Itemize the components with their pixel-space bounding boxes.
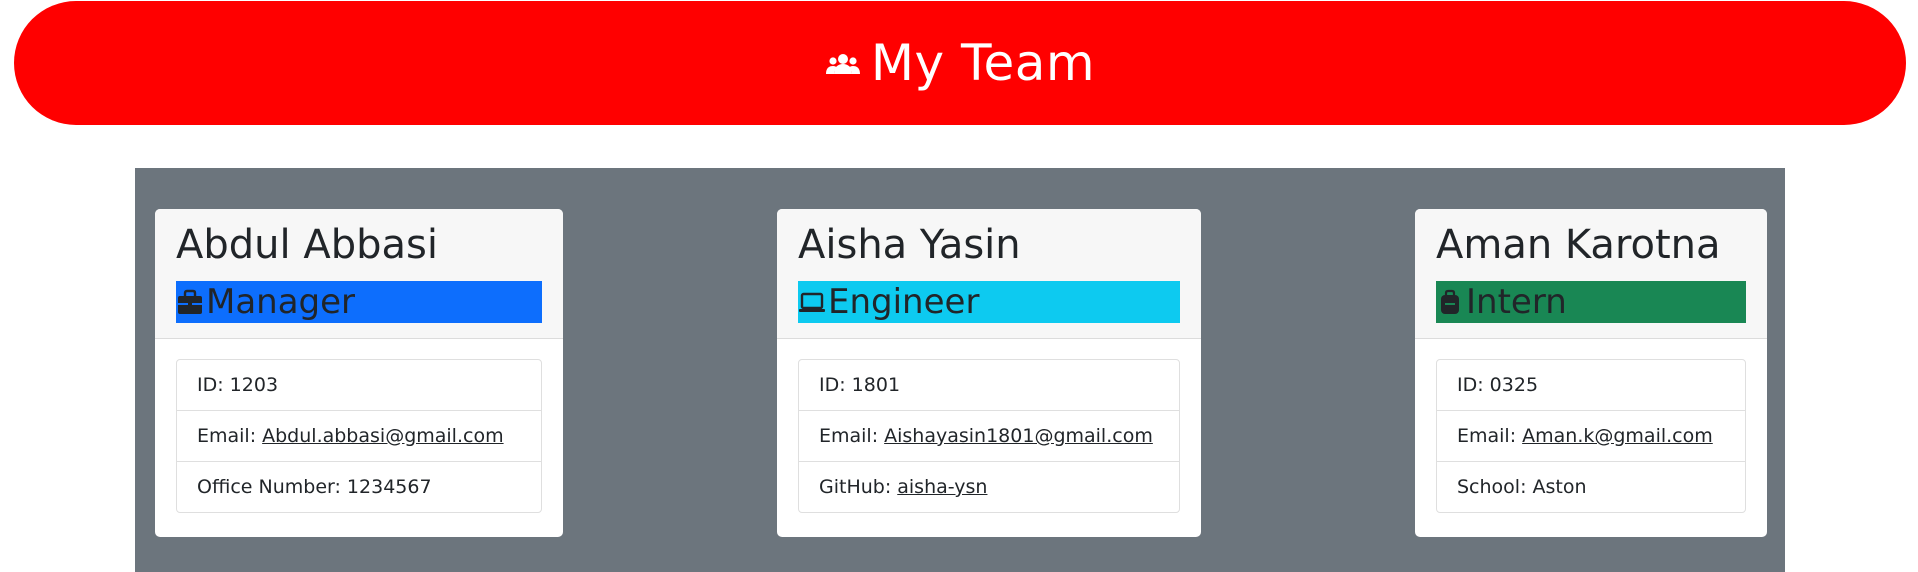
employee-name: Aisha Yasin — [798, 222, 1021, 268]
employee-card-engineer: Aisha Yasin Engineer ID: 1801 Email: Ais… — [777, 209, 1201, 537]
card-body: ID: 1801 Email: Aishayasin1801@gmail.com… — [777, 339, 1201, 533]
role-label: Manager — [206, 282, 356, 322]
email-link[interactable]: Aishayasin1801@gmail.com — [884, 425, 1153, 447]
id-text: ID: 1801 — [819, 374, 901, 396]
card-body: ID: 0325 Email: Aman.k@gmail.com School:… — [1415, 339, 1767, 533]
role-label: Intern — [1466, 282, 1567, 322]
github-info: GitHub: aisha-ysn — [799, 462, 1179, 512]
briefcase-icon — [176, 287, 204, 317]
card-header: Abdul Abbasi Manager — [155, 209, 563, 339]
employee-name: Aman Karotna — [1436, 222, 1721, 268]
school-text: School: Aston — [1457, 476, 1587, 498]
email-label: Email: — [819, 425, 879, 447]
employee-email: Email: Aishayasin1801@gmail.com — [799, 411, 1179, 462]
id-text: ID: 0325 — [1457, 374, 1539, 396]
page-title: My Team — [870, 34, 1096, 92]
laptop-icon — [798, 287, 826, 317]
role-label: Engineer — [828, 282, 980, 322]
card-body: ID: 1203 Email: Abdul.abbasi@gmail.com O… — [155, 339, 563, 533]
team-container: Abdul Abbasi Manager ID: 1203 Email: Abd… — [135, 168, 1785, 572]
employee-card-intern: Aman Karotna Intern ID: 0325 Email: Aman… — [1415, 209, 1767, 537]
office-number-text: Office Number: 1234567 — [197, 476, 432, 498]
employee-id: ID: 0325 — [1437, 360, 1745, 411]
users-icon — [825, 50, 861, 76]
role-badge: Intern — [1436, 281, 1746, 323]
school-info: School: Aston — [1437, 462, 1745, 512]
employee-email: Email: Abdul.abbasi@gmail.com — [177, 411, 541, 462]
role-badge: Manager — [176, 281, 542, 323]
info-list: ID: 0325 Email: Aman.k@gmail.com School:… — [1436, 359, 1746, 513]
backpack-icon — [1436, 287, 1464, 317]
github-label: GitHub: — [819, 476, 892, 498]
email-label: Email: — [1457, 425, 1517, 447]
employee-email: Email: Aman.k@gmail.com — [1437, 411, 1745, 462]
employee-id: ID: 1801 — [799, 360, 1179, 411]
card-header: Aisha Yasin Engineer — [777, 209, 1201, 339]
employee-card-manager: Abdul Abbasi Manager ID: 1203 Email: Abd… — [155, 209, 563, 537]
id-text: ID: 1203 — [197, 374, 279, 396]
page-header: My Team — [14, 1, 1906, 125]
github-link[interactable]: aisha-ysn — [897, 476, 987, 498]
email-link[interactable]: Aman.k@gmail.com — [1522, 425, 1713, 447]
office-number: Office Number: 1234567 — [177, 462, 541, 512]
employee-name: Abdul Abbasi — [176, 222, 438, 268]
card-header: Aman Karotna Intern — [1415, 209, 1767, 339]
email-link[interactable]: Abdul.abbasi@gmail.com — [262, 425, 503, 447]
employee-id: ID: 1203 — [177, 360, 541, 411]
info-list: ID: 1203 Email: Abdul.abbasi@gmail.com O… — [176, 359, 542, 513]
info-list: ID: 1801 Email: Aishayasin1801@gmail.com… — [798, 359, 1180, 513]
role-badge: Engineer — [798, 281, 1180, 323]
email-label: Email: — [197, 425, 257, 447]
